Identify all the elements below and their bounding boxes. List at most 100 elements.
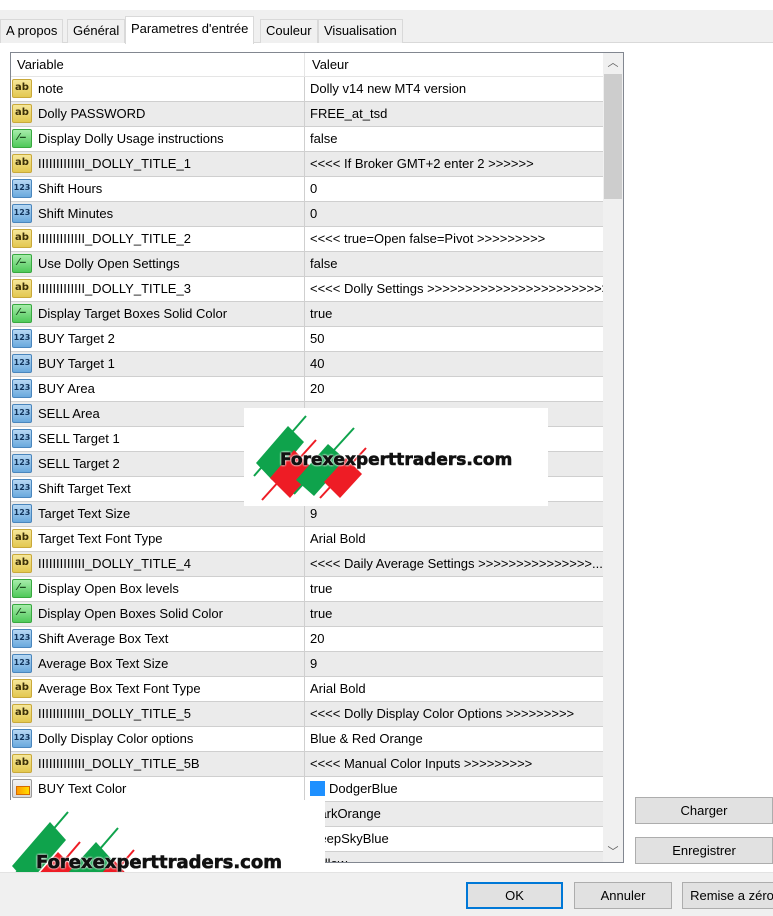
table-row[interactable]: ab IIIIIIIIIIIII_DOLLY_TITLE_5B <<<< Manua…	[11, 752, 603, 777]
value-cell[interactable]: 50	[306, 327, 603, 351]
table-row[interactable]: 123 BUY Target 2 50	[11, 327, 603, 352]
value-cell[interactable]: <<<< Daily Average Settings >>>>>>>>>>>>…	[306, 552, 603, 576]
value-cell[interactable]: 0	[306, 177, 603, 201]
value-cell[interactable]: 9	[306, 652, 603, 676]
variable-cell[interactable]: 123 Shift Hours	[11, 177, 305, 201]
table-row[interactable]: 123 Average Box Text Size 9	[11, 652, 603, 677]
table-row[interactable]: 123 Shift Average Box Text 20	[11, 627, 603, 652]
table-row[interactable]: 123 Shift Hours 0	[11, 177, 603, 202]
value-text: 9	[310, 506, 318, 521]
value-cell[interactable]: DeepSkyBlue	[306, 827, 603, 851]
table-row[interactable]: ab IIIIIIIIIIIII_DOLLY_TITLE_2 <<<< true=O…	[11, 227, 603, 252]
value-text: Dolly v14 new MT4 version	[310, 81, 467, 96]
value-cell[interactable]: <<<< Dolly Settings >>>>>>>>>>>>>>>>>>>>…	[306, 277, 603, 301]
table-row[interactable]: ab Target Text Font Type Arial Bold	[11, 527, 603, 552]
variable-cell[interactable]: ab note	[11, 77, 305, 101]
variable-cell[interactable]: ⁄‒ Use Dolly Open Settings	[11, 252, 305, 276]
ok-button[interactable]: OK	[466, 882, 563, 909]
variable-cell[interactable]: 123 Shift Average Box Text	[11, 627, 305, 651]
variable-name: Display Open Boxes Solid Color	[38, 606, 223, 621]
value-cell[interactable]: <<<< Manual Color Inputs >>>>>>>>>	[306, 752, 603, 776]
variable-cell[interactable]: ab IIIIIIIIIIIII_DOLLY_TITLE_5B	[11, 752, 305, 776]
variable-cell[interactable]: ab IIIIIIIIIIIII_DOLLY_TITLE_5	[11, 702, 305, 726]
boolean-type-icon: ⁄‒	[12, 304, 32, 323]
value-cell[interactable]: Arial Bold	[306, 677, 603, 701]
color-swatch[interactable]	[310, 781, 325, 796]
value-cell[interactable]: Yellow	[306, 852, 603, 862]
reset-button[interactable]: Remise a zéro	[682, 882, 773, 909]
table-row[interactable]: 123 Shift Minutes 0	[11, 202, 603, 227]
table-row[interactable]: ⁄‒ Display Target Boxes Solid Color true	[11, 302, 603, 327]
variable-cell[interactable]: 123 Dolly Display Color options	[11, 727, 305, 751]
value-cell[interactable]: <<<< If Broker GMT+2 enter 2 >>>>>>	[306, 152, 603, 176]
value-cell[interactable]: 20	[306, 377, 603, 401]
variable-cell[interactable]: ab IIIIIIIIIIIII_DOLLY_TITLE_1	[11, 152, 305, 176]
table-row[interactable]: ab IIIIIIIIIIIII_DOLLY_TITLE_3 <<<< Dolly …	[11, 277, 603, 302]
variable-cell[interactable]: 123 BUY Area	[11, 377, 305, 401]
table-row[interactable]: 123 BUY Target 1 40	[11, 352, 603, 377]
string-type-icon: ab	[12, 554, 32, 573]
variable-cell[interactable]: ab IIIIIIIIIIIII_DOLLY_TITLE_4	[11, 552, 305, 576]
variable-cell[interactable]: 123 Average Box Text Size	[11, 652, 305, 676]
column-header-variable[interactable]: Variable	[11, 53, 305, 77]
variable-cell[interactable]: ab Average Box Text Font Type	[11, 677, 305, 701]
chevron-down-icon[interactable]: ﹀	[603, 842, 623, 862]
table-row[interactable]: ab note Dolly v14 new MT4 version	[11, 77, 603, 102]
variable-cell[interactable]: ab Dolly PASSWORD	[11, 102, 305, 126]
value-text: false	[310, 256, 338, 271]
variable-name: BUY Target 1	[38, 356, 115, 371]
value-cell[interactable]: DarkOrange	[306, 802, 603, 826]
value-cell[interactable]: <<<< Dolly Display Color Options >>>>>>>…	[306, 702, 603, 726]
variable-cell[interactable]: 123 Shift Minutes	[11, 202, 305, 226]
tab-parametres-entree[interactable]: Parametres d'entrée	[125, 16, 255, 44]
load-button[interactable]: Charger	[635, 797, 773, 824]
table-row[interactable]: ⁄‒ Display Dolly Usage instructions false	[11, 127, 603, 152]
variable-cell[interactable]: ab IIIIIIIIIIIII_DOLLY_TITLE_3	[11, 277, 305, 301]
chevron-up-icon[interactable]: ︿	[603, 53, 623, 73]
variable-cell[interactable]: BUY Text Color	[11, 777, 305, 801]
table-row[interactable]: ab Dolly PASSWORD FREE_at_tsd	[11, 102, 603, 127]
value-cell[interactable]: true	[306, 577, 603, 601]
value-cell[interactable]: true	[306, 302, 603, 326]
column-header-value[interactable]: Valeur	[306, 53, 603, 77]
table-row[interactable]: ab IIIIIIIIIIIII_DOLLY_TITLE_5 <<<< Dolly …	[11, 702, 603, 727]
variable-cell[interactable]: ab IIIIIIIIIIIII_DOLLY_TITLE_2	[11, 227, 305, 251]
table-row[interactable]: BUY Text Color DodgerBlue	[11, 777, 603, 802]
scrollbar-thumb[interactable]	[604, 74, 622, 199]
value-cell[interactable]: Arial Bold	[306, 527, 603, 551]
value-cell[interactable]: 0	[306, 202, 603, 226]
table-row[interactable]: ab IIIIIIIIIIIII_DOLLY_TITLE_1 <<<< If Bro…	[11, 152, 603, 177]
variable-cell[interactable]: ⁄‒ Display Open Boxes Solid Color	[11, 602, 305, 626]
tab-general[interactable]: Général	[67, 19, 126, 43]
tab-visualisation[interactable]: Visualisation	[318, 19, 403, 43]
variable-name: SELL Area	[38, 406, 100, 421]
value-cell[interactable]: 20	[306, 627, 603, 651]
cancel-button[interactable]: Annuler	[574, 882, 672, 909]
variable-cell[interactable]: ⁄‒ Display Dolly Usage instructions	[11, 127, 305, 151]
variable-cell[interactable]: 123 BUY Target 2	[11, 327, 305, 351]
value-cell[interactable]: DodgerBlue	[306, 777, 603, 801]
variable-cell[interactable]: ⁄‒ Display Open Box levels	[11, 577, 305, 601]
table-row[interactable]: ⁄‒ Display Open Boxes Solid Color true	[11, 602, 603, 627]
save-button[interactable]: Enregistrer	[635, 837, 773, 864]
vertical-scrollbar[interactable]: ︿ ﹀	[603, 53, 623, 862]
value-cell[interactable]: <<<< true=Open false=Pivot >>>>>>>>>	[306, 227, 603, 251]
value-cell[interactable]: true	[306, 602, 603, 626]
value-cell[interactable]: false	[306, 252, 603, 276]
value-cell[interactable]: FREE_at_tsd	[306, 102, 603, 126]
tab-couleur[interactable]: Couleur	[260, 19, 318, 43]
table-row[interactable]: 123 Dolly Display Color options Blue & Red…	[11, 727, 603, 752]
table-row[interactable]: ab Average Box Text Font Type Arial Bold	[11, 677, 603, 702]
variable-cell[interactable]: 123 BUY Target 1	[11, 352, 305, 376]
table-row[interactable]: 123 BUY Area 20	[11, 377, 603, 402]
table-row[interactable]: ab IIIIIIIIIIIII_DOLLY_TITLE_4 <<<< Daily …	[11, 552, 603, 577]
table-row[interactable]: ⁄‒ Display Open Box levels true	[11, 577, 603, 602]
tab-a-propos[interactable]: A propos	[0, 19, 64, 43]
table-row[interactable]: ⁄‒ Use Dolly Open Settings false	[11, 252, 603, 277]
variable-cell[interactable]: ab Target Text Font Type	[11, 527, 305, 551]
value-cell[interactable]: Blue & Red Orange	[306, 727, 603, 751]
variable-cell[interactable]: ⁄‒ Display Target Boxes Solid Color	[11, 302, 305, 326]
value-cell[interactable]: 40	[306, 352, 603, 376]
value-cell[interactable]: false	[306, 127, 603, 151]
value-cell[interactable]: Dolly v14 new MT4 version	[306, 77, 603, 101]
